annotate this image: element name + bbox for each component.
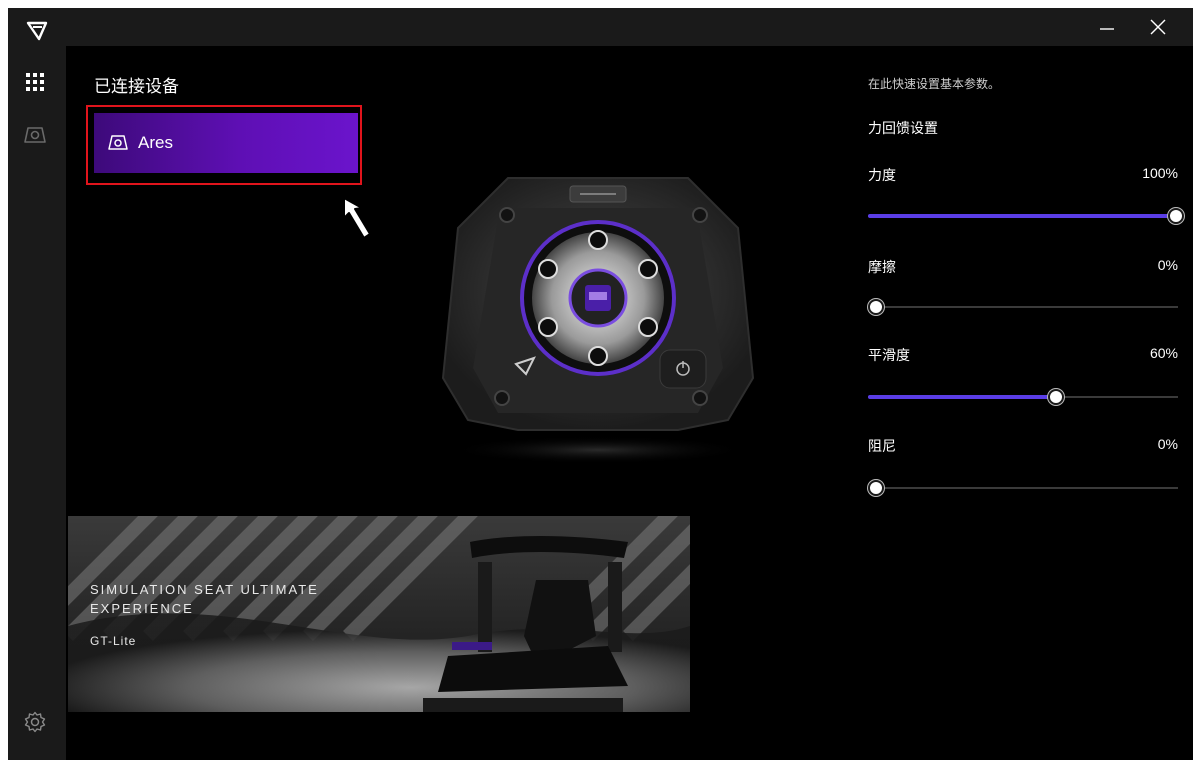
close-icon[interactable] (1144, 13, 1172, 41)
settings-intro: 在此快速设置基本参数。 (868, 77, 1001, 91)
minimize-icon[interactable] (1093, 13, 1121, 41)
promo-banner[interactable]: SIMULATION SEAT ULTIMATE EXPERIENCE GT-L… (68, 516, 690, 712)
slider-value-smoothness: 60% (1149, 345, 1178, 361)
slider-label-smoothness: 平滑度 (868, 347, 910, 363)
slider-thumb[interactable] (868, 480, 884, 496)
banner-title: SIMULATION SEAT ULTIMATE EXPERIENCE (90, 582, 319, 616)
device-image (441, 177, 755, 464)
brand-logo-icon (26, 21, 48, 41)
mouse-cursor-icon (343, 197, 371, 239)
damping-slider[interactable] (868, 480, 1178, 496)
slider-thumb[interactable] (1168, 208, 1184, 224)
gear-icon[interactable] (24, 711, 46, 733)
smoothness-slider[interactable] (868, 389, 1178, 405)
sidebar (8, 8, 66, 760)
slider-value-friction: 0% (1157, 257, 1178, 273)
slider-label-damping: 阻尼 (868, 438, 896, 454)
banner-subtitle: GT-Lite (90, 634, 137, 648)
grid-icon[interactable] (25, 72, 45, 92)
device-icon (108, 135, 128, 150)
title-bar (66, 8, 1193, 46)
slider-value-strength: 100% (1142, 165, 1178, 181)
page-title: 已连接设备 (94, 77, 179, 96)
device-name: Ares (138, 133, 173, 152)
friction-slider[interactable] (868, 299, 1178, 315)
strength-slider[interactable] (868, 208, 1184, 224)
slider-label-friction: 摩擦 (868, 259, 896, 275)
slider-track (868, 487, 1178, 489)
section-title: 力回馈设置 (868, 120, 938, 136)
device-icon[interactable] (23, 123, 47, 147)
slider-track (868, 306, 1178, 308)
slider-fill (868, 395, 1056, 399)
slider-thumb[interactable] (868, 299, 884, 315)
slider-thumb[interactable] (1048, 389, 1064, 405)
slider-fill (868, 214, 1176, 218)
slider-value-damping: 0% (1157, 436, 1178, 452)
slider-label-strength: 力度 (868, 167, 896, 183)
app-window: 已连接设备 Ares SIMULATION SEAT ULTIMATE EXPE… (8, 8, 1193, 760)
device-card-ares[interactable]: Ares (94, 113, 358, 173)
